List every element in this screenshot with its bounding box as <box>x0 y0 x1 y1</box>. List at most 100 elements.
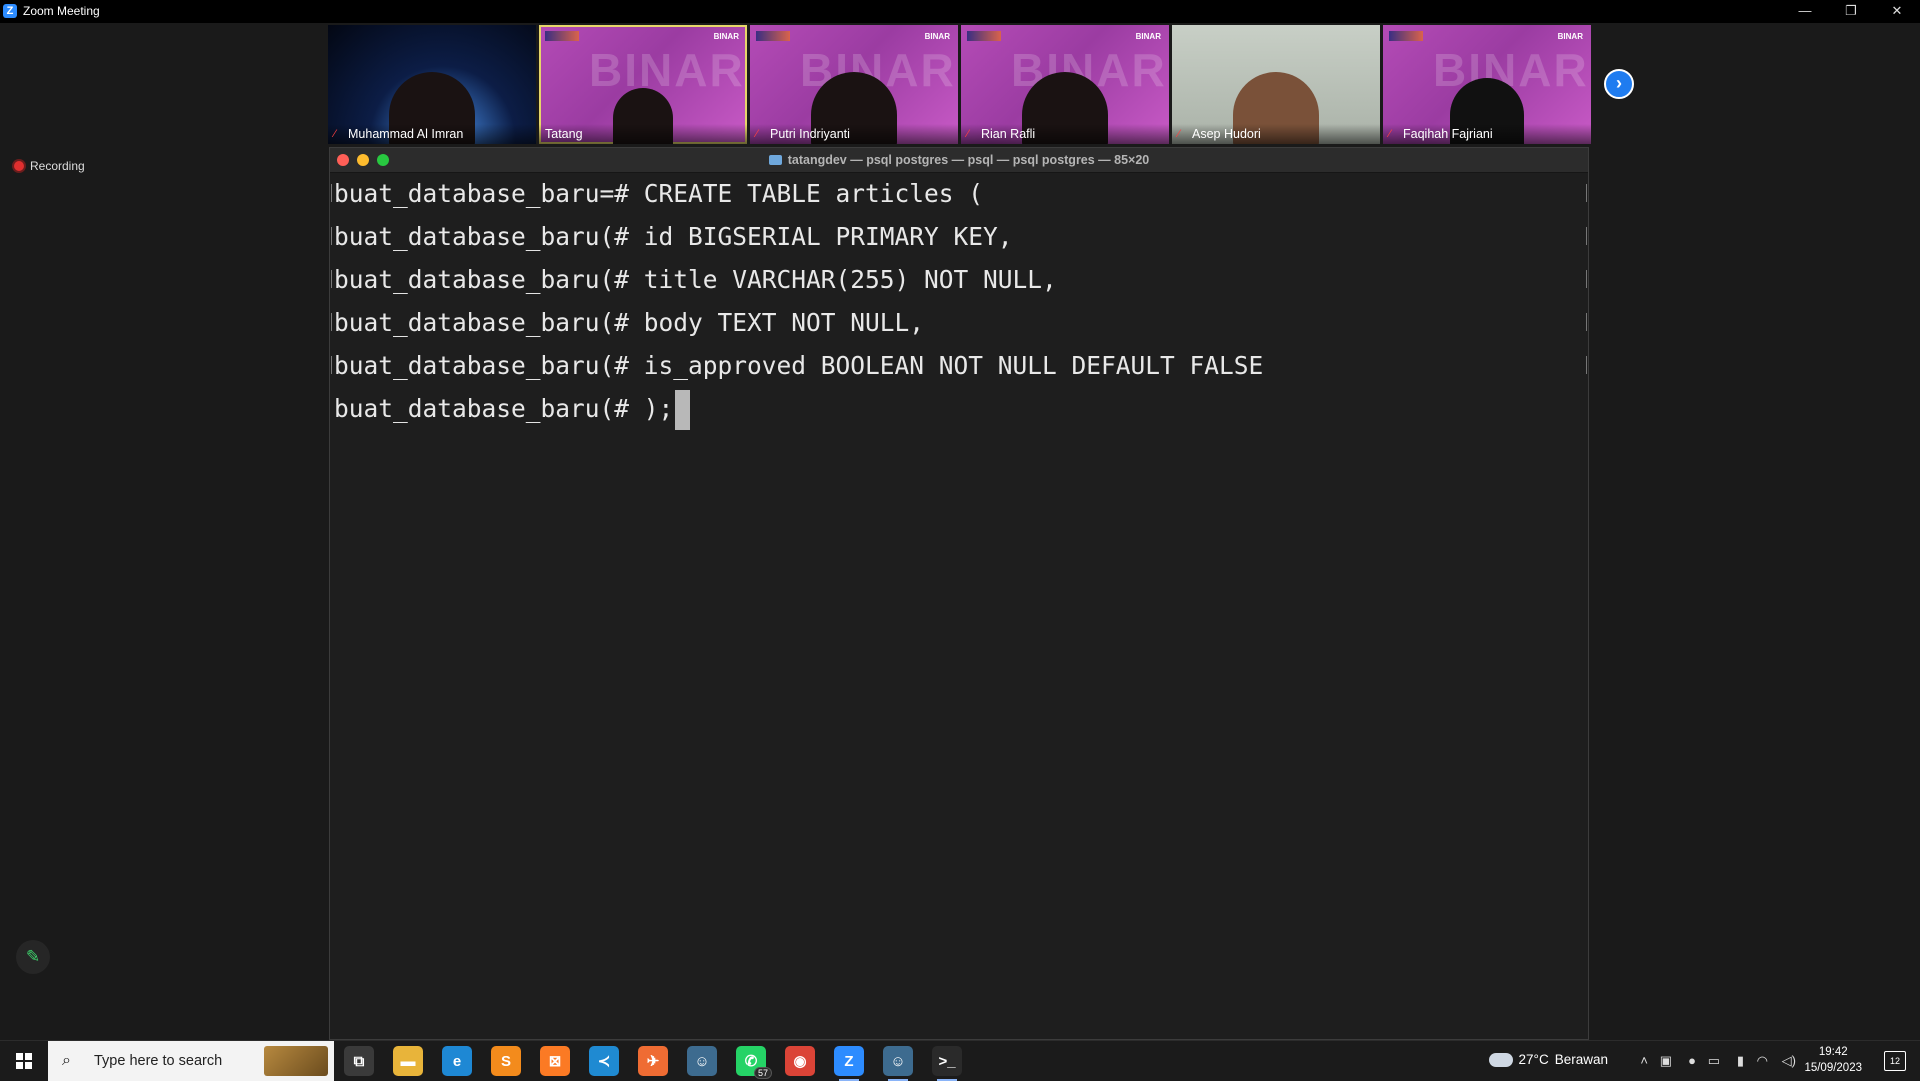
brand-logo: BINAR <box>713 32 739 41</box>
participant-tile[interactable]: BINAR BINAR ⁄ Rian Rafli <box>961 25 1169 144</box>
close-button[interactable]: ✕ <box>1874 0 1920 23</box>
participant-tile[interactable]: ⁄ Asep Hudori <box>1172 25 1380 144</box>
search-icon: ⌕ <box>62 1052 71 1069</box>
pencil-icon: ✎ <box>25 947 41 966</box>
clock-date: 15/09/2023 <box>1804 1062 1862 1074</box>
terminal-line: buat_database_baru(# title VARCHAR(255) … <box>331 258 1588 301</box>
zoom-logo-icon: Z <box>3 4 17 18</box>
postgres-2-glyph: ☺ <box>890 1052 906 1070</box>
annotate-button[interactable]: ✎ <box>16 940 50 974</box>
edge-icon[interactable]: e <box>442 1046 472 1076</box>
mic-muted-icon: ⁄ <box>967 128 969 140</box>
terminal-title: tatangdev — psql postgres — psql — psql … <box>330 153 1588 167</box>
clock-time: 19:42 <box>1818 1046 1848 1058</box>
terminal-line: buat_database_baru=# CREATE TABLE articl… <box>331 172 1588 215</box>
terminal-line-text: buat_database_baru(# body TEXT NOT NULL, <box>334 308 925 337</box>
terminal-line: buat_database_baru(# is_approved BOOLEAN… <box>331 344 1588 387</box>
sublime-text-glyph: S <box>500 1052 511 1070</box>
brand-logo: BINAR <box>924 32 950 41</box>
unread-badge: 57 <box>753 1067 772 1079</box>
mic-muted-icon: ⁄ <box>334 128 336 140</box>
wifi-icon[interactable]: ◠ <box>1757 1053 1768 1069</box>
folder-icon <box>768 155 782 165</box>
weather-widget[interactable]: 27°C Berawan <box>1486 1044 1608 1067</box>
banner-graphic <box>756 31 790 41</box>
whatsapp-icon[interactable]: ✆ 57 <box>736 1046 772 1079</box>
banner-graphic <box>1389 31 1423 41</box>
tray-chevron-icon[interactable]: ˄ <box>1640 1053 1648 1068</box>
mic-muted-icon: ⁄ <box>1178 128 1180 140</box>
recording-dot-icon <box>14 161 24 171</box>
minimize-button[interactable]: — <box>1782 0 1828 23</box>
battery-icon[interactable]: ▮ <box>1737 1053 1744 1069</box>
terminal-line: buat_database_baru(# ); <box>334 387 1588 430</box>
terminal-line-text: buat_database_baru(# is_approved BOOLEAN… <box>334 351 1264 380</box>
chrome-icon[interactable]: ◉ <box>785 1046 815 1076</box>
participant-tile[interactable]: BINAR BINAR ⁄ Faqihah Fajriani <box>1383 25 1591 144</box>
terminal-line: buat_database_baru(# body TEXT NOT NULL, <box>331 301 1588 344</box>
postman-icon[interactable]: ✈ <box>638 1046 668 1076</box>
brand-logo: BINAR <box>1135 32 1161 41</box>
line-marker <box>331 270 332 288</box>
taskbar-search-box[interactable]: ⌕ Type here to search <box>48 1041 334 1081</box>
participant-name: Faqihah Fajriani <box>1403 127 1493 141</box>
notification-center-button[interactable]: 12 <box>1884 1051 1906 1071</box>
microphone-icon[interactable]: ● <box>1688 1053 1696 1068</box>
participant-name: Putri Indriyanti <box>770 127 850 141</box>
participant-name-bar: ⁄ Asep Hudori <box>1172 124 1380 144</box>
brand-logo: BINAR <box>1557 32 1583 41</box>
line-marker <box>1586 227 1587 245</box>
terminal-line-text: buat_database_baru=# CREATE TABLE articl… <box>334 179 984 208</box>
participant-name: Muhammad Al Imran <box>348 127 464 141</box>
terminal-line: buat_database_baru(# id BIGSERIAL PRIMAR… <box>331 215 1588 258</box>
weather-cloud-icon <box>1486 1044 1513 1067</box>
postgres-icon[interactable]: ☺ <box>687 1046 717 1076</box>
participant-strip: ⁄ Muhammad Al Imran BINAR BINAR Tatang BINAR B… <box>328 25 1592 144</box>
next-participants-button[interactable]: › <box>1604 69 1634 99</box>
weather-temp: 27°C <box>1518 1052 1549 1067</box>
meet-now-icon[interactable]: ▣ <box>1660 1053 1672 1069</box>
participant-name-bar: ⁄ Muhammad Al Imran <box>328 124 536 144</box>
banner-graphic <box>967 31 1001 41</box>
line-marker <box>1586 313 1587 331</box>
terminal-title-bar: tatangdev — psql postgres — psql — psql … <box>330 148 1588 173</box>
participant-name: Asep Hudori <box>1192 127 1261 141</box>
participant-tile[interactable]: BINAR BINAR ⁄ Putri Indriyanti <box>750 25 958 144</box>
terminal-title-text: tatangdev — psql postgres — psql — psql … <box>787 153 1150 167</box>
file-explorer-glyph: ▬ <box>400 1052 416 1070</box>
taskbar-clock[interactable]: 19:42 15/09/2023 <box>1804 1044 1862 1076</box>
xampp-icon[interactable]: ⊠ <box>540 1046 570 1076</box>
search-highlight-image <box>264 1046 328 1076</box>
task-view-icon[interactable]: ⧉ <box>344 1046 374 1076</box>
terminal-window[interactable]: tatangdev — psql postgres — psql — psql … <box>329 147 1589 1040</box>
terminal-glyph: >_ <box>938 1052 956 1070</box>
volume-icon[interactable]: ◁) <box>1782 1053 1796 1069</box>
line-marker <box>331 356 332 374</box>
line-marker <box>1586 270 1587 288</box>
vscode-icon[interactable]: ≺ <box>589 1046 619 1076</box>
postgres-2-icon[interactable]: ☺ <box>883 1046 913 1081</box>
participant-name-bar: ⁄ Rian Rafli <box>961 124 1169 144</box>
participant-tile[interactable]: ⁄ Muhammad Al Imran <box>328 25 536 144</box>
file-explorer-icon[interactable]: ▬ <box>393 1046 423 1076</box>
xampp-glyph: ⊠ <box>548 1053 562 1070</box>
line-marker <box>331 313 332 331</box>
start-button[interactable] <box>0 1041 48 1081</box>
restore-button[interactable]: ❐ <box>1828 0 1874 23</box>
task-view-glyph: ⧉ <box>353 1052 365 1070</box>
recording-label: Recording <box>30 159 85 173</box>
participant-name: Tatang <box>545 127 583 141</box>
terminal-line-text: buat_database_baru(# id BIGSERIAL PRIMAR… <box>334 222 1013 251</box>
chevron-right-icon: › <box>1616 73 1622 93</box>
recording-indicator[interactable]: Recording <box>14 158 85 174</box>
line-marker <box>331 227 332 245</box>
terminal-line-text: buat_database_baru(# title VARCHAR(255) … <box>334 265 1057 294</box>
vscode-glyph: ≺ <box>597 1053 611 1070</box>
terminal-line-text: buat_database_baru(# ); <box>334 394 674 423</box>
terminal-icon[interactable]: >_ <box>932 1046 962 1081</box>
terminal-output[interactable]: buat_database_baru=# CREATE TABLE articl… <box>331 172 1588 1039</box>
display-icon[interactable]: ▭ <box>1708 1053 1720 1069</box>
sublime-text-icon[interactable]: S <box>491 1046 521 1076</box>
zoom-icon[interactable]: Z <box>834 1046 864 1081</box>
participant-tile[interactable]: BINAR BINAR Tatang <box>539 25 747 144</box>
